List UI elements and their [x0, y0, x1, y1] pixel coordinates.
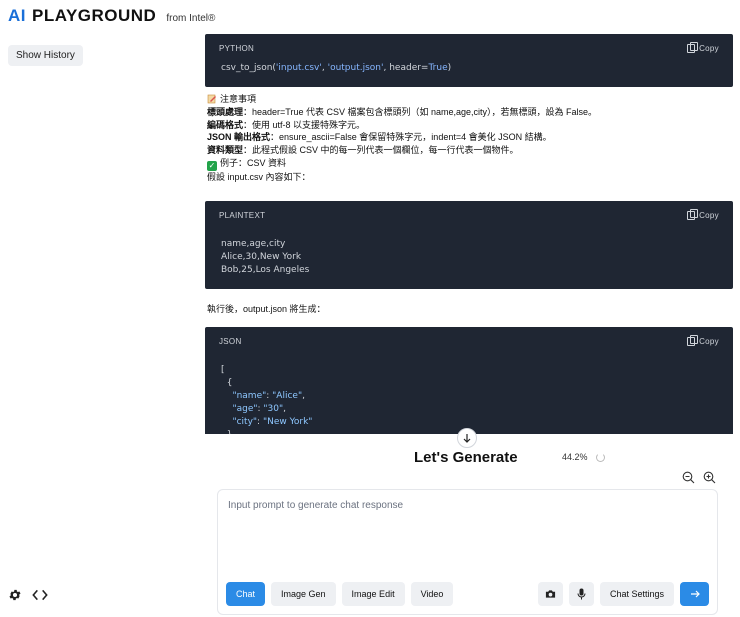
scroll-down-button[interactable] [457, 428, 477, 448]
code-icon[interactable] [32, 588, 48, 602]
code-lang-label: PLAINTEXT [219, 210, 266, 220]
spinner-icon [595, 452, 605, 462]
code-body: [ { "name": "Alice", "age": "30", "city"… [221, 364, 313, 434]
prompt-input[interactable] [228, 500, 708, 511]
chat-content: PYTHON Copy csv_to_json('input.csv', 'ou… [205, 34, 740, 434]
status-title: Let's Generate [414, 449, 518, 466]
note-label: 編碼格式 [207, 119, 244, 130]
left-toolbar [8, 588, 48, 602]
tab-video[interactable]: Video [410, 582, 454, 606]
code-block-json: JSON Copy [ { "name": "Alice", "age": "3… [205, 326, 733, 434]
note-label: 資料類型 [207, 145, 244, 156]
check-icon: ✓ [207, 160, 217, 171]
notes-heading: 注意事項 [220, 94, 257, 104]
gear-icon[interactable] [8, 588, 22, 602]
brand-logo: AI PLAYGROUND from Intel® [8, 6, 215, 26]
assume-text: 假設 input.csv 內容如下： [207, 171, 311, 182]
code-line: Bob,25,Los Angeles [221, 264, 310, 275]
copy-label: Copy [699, 210, 719, 220]
copy-icon [687, 42, 699, 53]
progress-indicator: 44.2% [562, 452, 605, 462]
copy-button[interactable]: Copy [687, 334, 719, 346]
copy-label: Copy [699, 336, 719, 346]
code-line: Alice,30,New York [221, 251, 302, 262]
note-label: JSON 輸出格式 [207, 132, 271, 143]
copy-label: Copy [699, 44, 719, 53]
copy-button[interactable]: Copy [687, 42, 719, 53]
mode-tabs: Chat Image Gen Image Edit Video [226, 582, 454, 606]
camera-icon [545, 590, 556, 598]
example-heading: 例子：CSV 資料 [220, 157, 287, 168]
code-lang-label: JSON [219, 336, 242, 346]
app-root: AI PLAYGROUND from Intel® Show History P… [0, 0, 740, 617]
after-text: 執行後，output.json 將生成： [207, 303, 326, 314]
microphone-icon [577, 588, 586, 600]
code-block-plaintext: PLAINTEXT Copy name,age,city Alice,30,New… [205, 200, 733, 289]
code-block-python: PYTHON Copy csv_to_json('input.csv', 'ou… [205, 34, 733, 87]
copy-button[interactable]: Copy [687, 208, 719, 220]
note-label: 標頭處理 [207, 106, 244, 117]
code-body: name,age,city Alice,30,New York Bob,25,Los… [205, 220, 733, 289]
prompt-actions: Chat Settings [537, 582, 709, 606]
show-history-button[interactable]: Show History [8, 45, 83, 66]
note-text: ：header=True 代表 CSV 檔案包含標頭列（如 name,age,c… [243, 106, 598, 117]
tab-image-gen[interactable]: Image Gen [271, 582, 336, 606]
progress-value: 44.2% [562, 452, 588, 462]
note-text: ：ensure_ascii=False 會保留特殊字元，indent=4 會美化… [270, 132, 552, 143]
note-text: ：使用 utf-8 以支援特殊字元。 [243, 119, 366, 130]
chat-settings-button[interactable]: Chat Settings [599, 582, 674, 606]
memo-icon [207, 94, 216, 104]
zoom-controls [682, 471, 716, 489]
arrow-right-icon [690, 590, 700, 598]
zoom-in-icon[interactable] [703, 471, 716, 489]
code-line: name,age,city [221, 238, 286, 249]
code-lang-label: PYTHON [219, 44, 255, 53]
tab-image-edit[interactable]: Image Edit [341, 582, 405, 606]
notes-section: 注意事項 標頭處理：header=True 代表 CSV 檔案包含標頭列（如 n… [205, 87, 740, 184]
zoom-out-icon[interactable] [682, 471, 695, 489]
copy-icon [687, 208, 699, 220]
prompt-panel: Chat Image Gen Image Edit Video Chat Set… [217, 489, 718, 615]
note-text: ：此程式假設 CSV 中的每一列代表一個欄位，每一行代表一個物件。 [243, 145, 519, 156]
arrow-down-icon [463, 434, 471, 443]
send-button[interactable] [680, 582, 709, 606]
camera-button[interactable] [537, 582, 563, 606]
brand-playground: PLAYGROUND [32, 6, 157, 25]
copy-icon [687, 334, 699, 346]
tab-chat[interactable]: Chat [226, 582, 266, 606]
brand-ai: AI [8, 6, 26, 25]
brand-from: from Intel® [166, 13, 216, 24]
code-body: csv_to_json('input.csv', 'output.json', … [221, 63, 452, 73]
microphone-button[interactable] [568, 582, 594, 606]
